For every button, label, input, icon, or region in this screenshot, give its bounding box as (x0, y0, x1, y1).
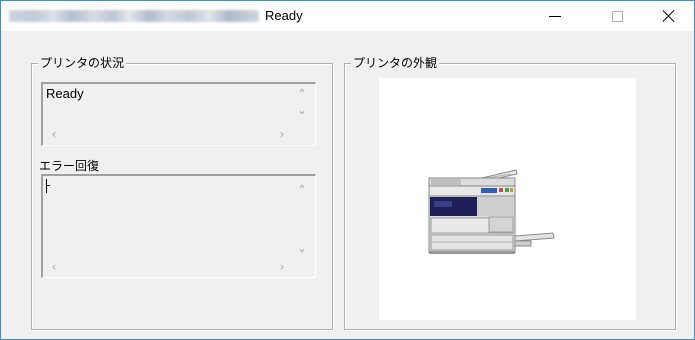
minimize-button[interactable] (532, 1, 578, 31)
printer-status-legend: プリンタの状況 (38, 55, 127, 71)
printer-status-textbox[interactable]: Ready ⌃ ⌄ ‹ › (41, 82, 316, 146)
chevron-right-icon[interactable]: › (276, 261, 288, 273)
chevron-down-icon[interactable]: ⌄ (296, 104, 308, 116)
chevron-up-icon[interactable]: ⌃ (296, 88, 308, 100)
text-caret (46, 179, 47, 193)
title-bar[interactable]: Ready (1, 1, 694, 31)
printer-status-text: Ready (46, 86, 84, 101)
chevron-left-icon[interactable]: ‹ (48, 261, 60, 273)
printer-status-window: Ready プリンタの状況 Ready ⌃ ⌄ ‹ › エラー回復 ⌃ ⌄ ‹ … (0, 0, 695, 340)
text-caret-tick (47, 185, 50, 186)
error-recovery-label: エラー回復 (39, 159, 100, 173)
chevron-left-icon[interactable]: ‹ (48, 128, 60, 140)
error-recovery-textbox[interactable]: ⌃ ⌄ ‹ › (41, 174, 316, 278)
close-button[interactable] (646, 1, 692, 31)
chevron-up-icon[interactable]: ⌃ (296, 184, 308, 196)
window-title: Ready (265, 8, 303, 23)
multifunction-printer-icon (428, 169, 555, 254)
chevron-down-icon[interactable]: ⌄ (296, 242, 308, 254)
redacted-title-prefix (9, 10, 259, 22)
maximize-icon (611, 10, 623, 22)
chevron-right-icon[interactable]: › (276, 128, 288, 140)
close-icon (662, 9, 676, 23)
printer-image-panel (379, 78, 636, 320)
printer-appearance-legend: プリンタの外観 (351, 55, 440, 71)
minimize-icon (549, 16, 561, 17)
maximize-button[interactable] (594, 1, 640, 31)
